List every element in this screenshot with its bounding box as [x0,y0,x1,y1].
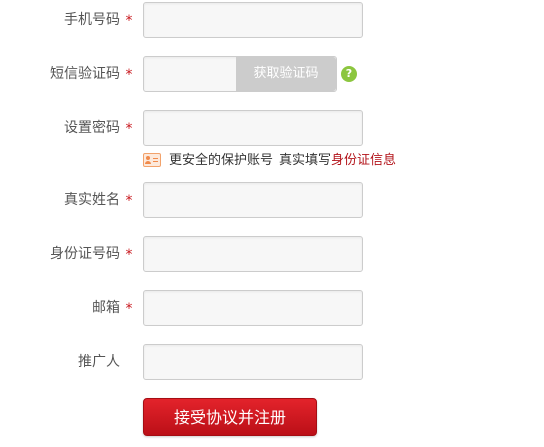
real-name-input[interactable] [143,182,363,218]
referrer-label: 推广人 [78,354,120,370]
id-number-label: 身份证号码 [50,246,120,262]
sms-code-row: 短信验证码 * 获取验证码 ? [0,56,544,92]
password-row: 设置密码 * [0,110,544,146]
phone-input[interactable] [143,2,363,38]
phone-label: 手机号码 [64,12,120,28]
question-icon[interactable]: ? [341,66,357,82]
register-button[interactable]: 接受协议并注册 [143,398,317,436]
real-name-label: 真实姓名 [64,192,120,208]
sms-code-label: 短信验证码 [50,66,120,82]
required-mark: * [125,121,133,137]
email-label: 邮箱 [92,300,120,316]
required-mark: * [125,301,133,317]
real-name-row: 真实姓名 * [0,182,544,218]
id-card-icon [143,152,161,167]
get-code-button[interactable]: 获取验证码 [236,57,336,91]
phone-row: 手机号码 * [0,2,544,38]
password-input[interactable] [143,110,363,146]
notice-main-text: 更安全的保护账号 [169,153,274,168]
id-info-link[interactable]: 身份证信息 [331,153,396,168]
referrer-row: 推广人 [0,344,544,380]
referrer-input[interactable] [143,344,363,380]
identity-notice: 更安全的保护账号 真实填写身份证信息 [143,151,396,171]
id-number-input[interactable] [143,236,363,272]
required-mark: * [125,13,133,29]
email-input[interactable] [143,290,363,326]
password-label: 设置密码 [64,120,120,136]
required-mark: * [125,193,133,209]
notice-prefix-text: 真实填写 [279,153,332,168]
email-row: 邮箱 * [0,290,544,326]
id-number-row: 身份证号码 * [0,236,544,272]
required-mark: * [125,67,133,83]
required-mark: * [125,247,133,263]
